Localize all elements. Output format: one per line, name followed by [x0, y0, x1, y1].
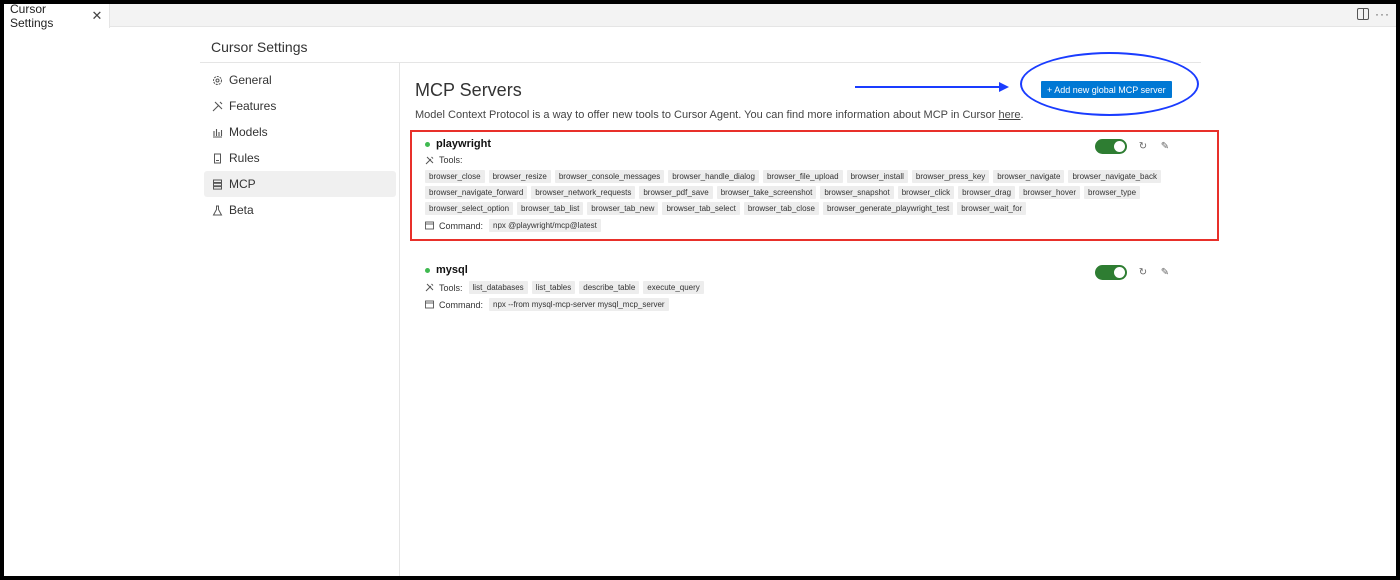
sidebar-item-beta[interactable]: Beta	[204, 197, 396, 223]
command-value: npx --from mysql-mcp-server mysql_mcp_se…	[489, 298, 669, 311]
edit-icon[interactable]: ✎	[1159, 141, 1171, 152]
sidebar-item-rules[interactable]: Rules	[204, 145, 396, 171]
settings-title: Cursor Settings	[211, 39, 308, 55]
server-name: playwright	[436, 138, 492, 150]
tool-chip: browser_resize	[488, 170, 551, 183]
tool-chip: browser_type	[1084, 186, 1141, 199]
tool-chip: browser_tab_new	[587, 202, 659, 215]
page-description: Model Context Protocol is a way to offer…	[415, 109, 1024, 121]
tool-chip: browser_tab_list	[517, 202, 584, 215]
tool-chip: browser_network_requests	[531, 186, 636, 199]
sidebar-item-label: MCP	[229, 177, 256, 191]
refresh-icon[interactable]: ↻	[1137, 267, 1149, 278]
here-link[interactable]: here	[999, 109, 1021, 121]
server-controls: ↻ ✎	[1095, 265, 1171, 280]
tool-chip: browser_console_messages	[554, 170, 665, 183]
tab-cursor-settings[interactable]: Cursor Settings ✕	[4, 4, 110, 30]
tool-chip: browser_generate_playwright_test	[822, 202, 954, 215]
tab-label: Cursor Settings	[10, 4, 54, 30]
tool-chip-list: list_databases list_tables describe_table e…	[468, 281, 704, 294]
sidebar-item-label: Beta	[229, 203, 254, 217]
server-icon	[212, 179, 223, 190]
description-text: Model Context Protocol is a way to offer…	[415, 109, 999, 121]
command-row: Command: npx --from mysql-mcp-server mys…	[425, 298, 704, 311]
tools-label: Tools:	[439, 155, 463, 165]
server-name: mysql	[436, 264, 468, 276]
sidebar-item-models[interactable]: Models	[204, 119, 396, 145]
settings-sidebar: General Features Models Rules MCP Beta	[204, 67, 396, 223]
annotation-arrow-icon	[855, 82, 1009, 92]
tools-row: Tools:	[425, 155, 1185, 165]
command-label: Command:	[439, 220, 484, 231]
edit-icon[interactable]: ✎	[1159, 267, 1171, 278]
server-card-playwright: playwright Tools: browser_close browser_r…	[425, 136, 1185, 232]
tool-chip: browser_handle_dialog	[668, 170, 759, 183]
app-window: Cursor Settings ✕ ··· Cursor Settings Ge…	[4, 4, 1396, 576]
tab-bar: Cursor Settings ✕ ···	[4, 4, 1396, 30]
tool-chip: browser_install	[846, 170, 908, 183]
tool-chip: browser_file_upload	[762, 170, 843, 183]
sidebar-item-label: General	[229, 73, 272, 87]
editor-actions: ···	[1357, 7, 1390, 21]
tool-chip: browser_take_screenshot	[716, 186, 817, 199]
status-dot	[425, 267, 430, 273]
tool-chip: browser_navigate_back	[1068, 170, 1161, 183]
tool-chip: browser_navigate_forward	[425, 186, 528, 199]
tool-chip: browser_select_option	[425, 202, 514, 215]
tool-chip-list: browser_close browser_resize browser_conso…	[425, 170, 1185, 215]
server-controls: ↻ ✎	[1095, 139, 1171, 154]
tool-chip: browser_click	[897, 186, 955, 199]
add-global-mcp-server-button[interactable]: + Add new global MCP server	[1041, 81, 1172, 98]
more-actions-icon[interactable]: ···	[1375, 7, 1390, 21]
sidebar-item-label: Rules	[229, 151, 260, 165]
enable-toggle-playwright[interactable]	[1095, 139, 1127, 154]
sidebar-divider	[399, 63, 400, 576]
tool-chip: list_databases	[468, 281, 528, 294]
terminal-icon	[425, 300, 434, 309]
tools-row: Tools: list_databases list_tables describe…	[425, 281, 704, 294]
tool-chip: browser_hover	[1019, 186, 1080, 199]
bar-chart-icon	[212, 127, 223, 138]
document-icon	[212, 153, 223, 164]
tools-icon	[425, 156, 434, 165]
flask-icon	[212, 205, 223, 216]
sidebar-item-general[interactable]: General	[204, 67, 396, 93]
tools-icon	[425, 283, 434, 292]
sidebar-item-mcp[interactable]: MCP	[204, 171, 396, 197]
gear-icon	[212, 75, 223, 86]
tool-chip: browser_tab_select	[662, 202, 740, 215]
terminal-icon	[425, 221, 434, 230]
tool-chip: browser_close	[425, 170, 485, 183]
server-header: mysql	[425, 262, 704, 278]
tools-icon	[212, 101, 223, 112]
refresh-icon[interactable]: ↻	[1137, 141, 1149, 152]
tool-chip: browser_pdf_save	[639, 186, 713, 199]
status-dot	[425, 141, 430, 147]
sidebar-item-label: Models	[229, 125, 268, 139]
tool-chip: browser_drag	[958, 186, 1016, 199]
split-editor-icon[interactable]	[1357, 8, 1369, 20]
tool-chip: browser_snapshot	[820, 186, 894, 199]
command-value: npx @playwright/mcp@latest	[489, 219, 601, 232]
tool-chip: list_tables	[531, 281, 576, 294]
command-label: Command:	[439, 299, 484, 310]
server-header: playwright	[425, 136, 1185, 152]
description-end: .	[1020, 109, 1024, 121]
server-card-mysql: mysql Tools: list_databases list_tables de…	[425, 262, 704, 311]
enable-toggle-mysql[interactable]	[1095, 265, 1127, 280]
close-icon[interactable]: ✕	[89, 8, 105, 24]
command-row: Command: npx @playwright/mcp@latest	[425, 219, 1185, 232]
page-title: MCP Servers	[415, 80, 522, 100]
tool-chip: browser_press_key	[911, 170, 990, 183]
tool-chip: browser_navigate	[993, 170, 1065, 183]
tool-chip: execute_query	[643, 281, 704, 294]
sidebar-item-label: Features	[229, 99, 277, 113]
tools-label: Tools:	[439, 282, 463, 293]
tool-chip: describe_table	[579, 281, 640, 294]
sidebar-item-features[interactable]: Features	[204, 93, 396, 119]
tool-chip: browser_tab_close	[743, 202, 819, 215]
tool-chip: browser_wait_for	[957, 202, 1027, 215]
